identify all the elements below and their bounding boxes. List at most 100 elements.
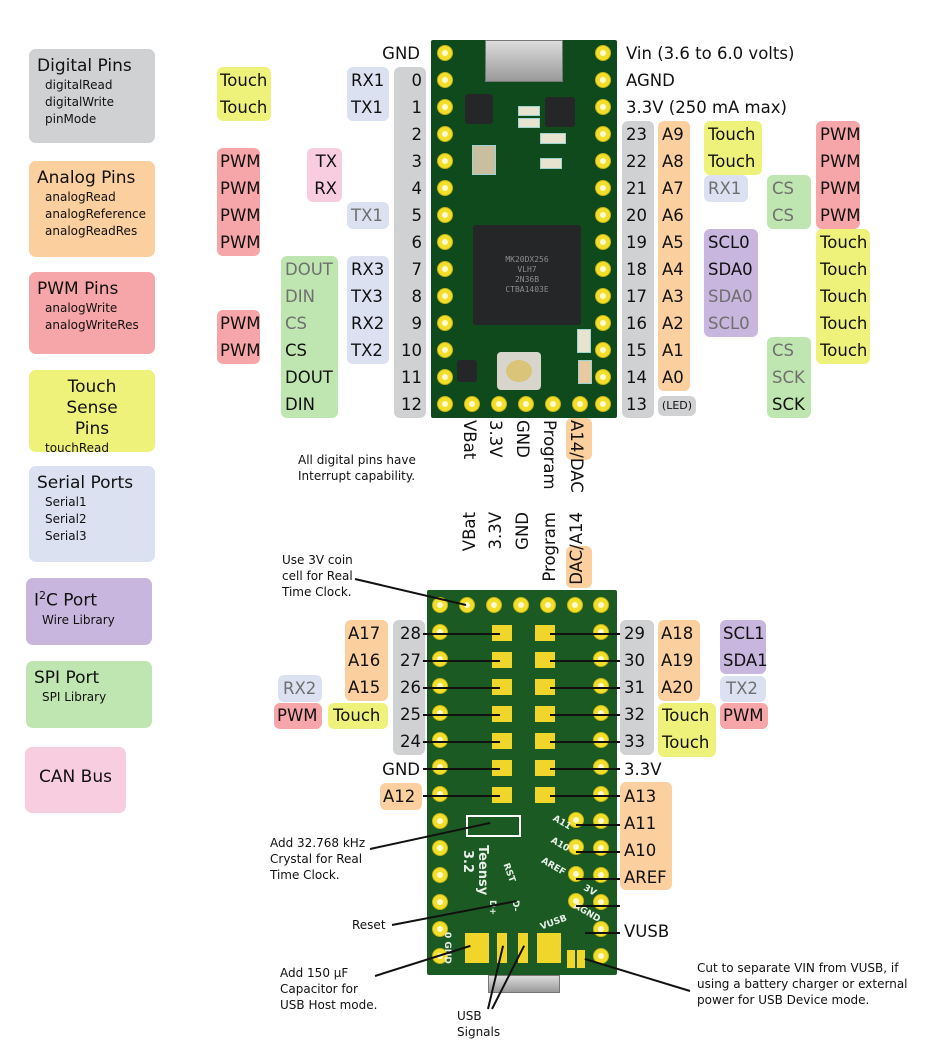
pin-number: 15 xyxy=(626,341,647,360)
label-3v3-top: 3.3V xyxy=(486,420,505,458)
note-line: Signals xyxy=(457,1025,501,1039)
note-cut-trace: Cut to separate VIN from VUSB, if using … xyxy=(697,960,908,1008)
legend-pwm-pins: PWM Pins analogWrite analogWriteRes xyxy=(29,272,155,354)
legend-item: Serial1 xyxy=(45,495,87,509)
label-3v3: 3.3V xyxy=(624,760,662,779)
pwm-label: PWM xyxy=(723,706,764,725)
mcu-text: 2N36B xyxy=(514,275,540,284)
pin-pad xyxy=(432,840,448,856)
analog-label: A19 xyxy=(661,651,694,670)
pin-pad xyxy=(432,705,448,721)
usb-connector xyxy=(485,40,563,82)
pin-pad xyxy=(437,45,453,61)
legend-item: analogReference xyxy=(45,207,147,221)
pin-number: 17 xyxy=(626,287,647,306)
label-gnd-bottom: GND xyxy=(513,512,532,550)
pin-number: 9 xyxy=(411,314,423,333)
i2c-label: SCL0 xyxy=(708,233,750,252)
pin-number: 26 xyxy=(400,678,421,697)
serial-label: TX2 xyxy=(726,679,758,698)
pwm-label: PWM xyxy=(820,125,861,144)
silk-version: 3.2 xyxy=(460,850,475,874)
label-program-bottom: Program xyxy=(540,512,559,582)
pin-pad xyxy=(593,624,609,640)
pin-leader xyxy=(423,687,500,689)
spi-label: DOUT xyxy=(285,368,333,387)
analog-label: A4 xyxy=(662,260,684,279)
legend-item: touchRead xyxy=(45,441,110,455)
i2c-label: SDA0 xyxy=(708,287,753,306)
pin-pad xyxy=(464,396,480,412)
pin-pad xyxy=(437,153,453,169)
pin-number: 20 xyxy=(626,206,647,225)
cut-trace-leader xyxy=(584,958,691,992)
pin-number: 13 xyxy=(626,395,647,414)
analog-label: A2 xyxy=(662,314,684,333)
pin-pad xyxy=(595,315,611,331)
pin-pad xyxy=(595,207,611,223)
pin-pad xyxy=(437,369,453,385)
note-line: Interrupt capability. xyxy=(298,469,416,483)
silk-dplus: D+ xyxy=(487,900,497,916)
legend-title: Analog Pins xyxy=(37,168,136,188)
note-crystal: Add 32.768 kHz Crystal for Real Time Clo… xyxy=(270,835,365,883)
pin-number: 14 xyxy=(626,368,647,387)
pin-number: 23 xyxy=(626,125,647,144)
spi-label: CS xyxy=(772,179,794,198)
button-dome xyxy=(506,360,532,382)
pwm-label: PWM xyxy=(220,206,261,225)
pin-pad xyxy=(567,597,583,613)
pin-pad xyxy=(572,396,588,412)
pin-pad xyxy=(595,342,611,358)
pin-pad xyxy=(593,705,609,721)
pin-pad xyxy=(595,45,611,61)
pin-leader xyxy=(423,795,500,797)
legend-touch-pins: Touch Sense Pins touchRead xyxy=(29,370,155,455)
program-button[interactable] xyxy=(497,352,541,390)
serial-label: RX2 xyxy=(283,679,317,698)
pin-pad xyxy=(595,369,611,385)
pin-pad xyxy=(486,597,502,613)
pin-pad xyxy=(593,840,609,856)
spi-label: CS xyxy=(772,206,794,225)
label-gnd-top: GND xyxy=(382,44,420,63)
mcu-chip: MK20DX256 VLH7 2N36B CTBA1403E xyxy=(473,225,581,325)
pin-number: 10 xyxy=(401,341,422,360)
spi-label: SCK xyxy=(772,395,805,414)
serial-label: RX2 xyxy=(351,314,385,333)
analog-label: A20 xyxy=(661,678,694,697)
label-3v3: 3.3V (250 mA max) xyxy=(626,98,787,117)
note-line: Capacitor for xyxy=(280,982,358,996)
pin-pad xyxy=(432,786,448,802)
cut-trace-pad[interactable] xyxy=(567,950,575,968)
legend-item: analogReadRes xyxy=(45,224,138,238)
note-line: Add 150 µF xyxy=(280,966,349,980)
legend-item: analogRead xyxy=(45,190,116,204)
analog-label: A9 xyxy=(662,125,684,144)
pin-number: 16 xyxy=(626,314,647,333)
pin-pad xyxy=(595,396,611,412)
pin-pad xyxy=(437,207,453,223)
pin-number: 4 xyxy=(411,179,423,198)
pin-leader xyxy=(576,905,620,907)
pin-number: 6 xyxy=(411,233,423,252)
chip-an xyxy=(457,360,477,382)
pin-number: 19 xyxy=(626,233,647,252)
spi-label: SCK xyxy=(772,368,805,387)
pin-pad xyxy=(593,867,609,883)
serial-label: TX1 xyxy=(351,98,383,117)
pin-pad xyxy=(595,99,611,115)
note-reset: Reset xyxy=(352,918,386,932)
touch-label: Touch xyxy=(708,152,756,171)
pin-number: 29 xyxy=(624,624,645,643)
pwm-label: PWM xyxy=(220,233,261,252)
label-vbat-top: VBat xyxy=(460,420,479,460)
analog-label: A17 xyxy=(348,624,381,643)
touch-label: Touch xyxy=(820,260,868,279)
pin-leader xyxy=(585,932,620,934)
crystal xyxy=(472,145,496,175)
pin-pad xyxy=(437,126,453,142)
pin-leader xyxy=(423,741,500,743)
touch-label: Touch xyxy=(820,314,868,333)
pin-number: 21 xyxy=(626,179,647,198)
